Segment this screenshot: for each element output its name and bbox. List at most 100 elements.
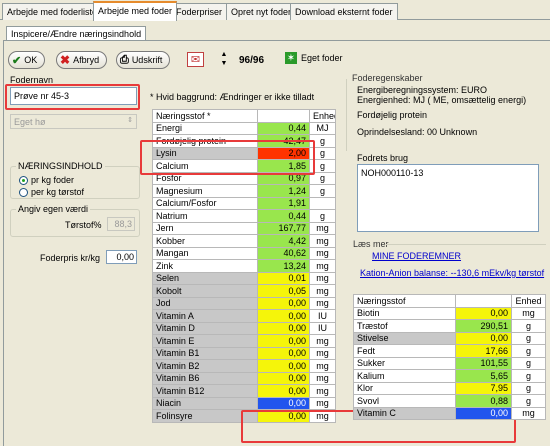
table-row[interactable]: Fedt 17,66 g [353, 344, 546, 358]
table-row[interactable]: Niacin 0,00 mg [152, 396, 336, 410]
nutrient-value[interactable]: 0,44 [257, 209, 310, 223]
nutrient-unit: mg [511, 306, 546, 320]
nutrient-value[interactable]: 0,00 [257, 359, 310, 373]
nutrient-unit: mg [309, 396, 336, 410]
table-row[interactable]: Vitamin C 0,00 mg [353, 406, 546, 420]
nutrient-name: Svovl [353, 394, 456, 408]
table-row[interactable]: Zink 13,24 mg [152, 259, 336, 273]
nutrient-unit: mg [309, 271, 336, 285]
nutrient-value[interactable]: 167,77 [257, 221, 310, 235]
hint-text: * Hvid baggrund: Ændringer er ikke tilla… [150, 92, 315, 102]
table-row[interactable]: Jern 167,77 mg [152, 221, 336, 235]
radio-per-kg-torstof[interactable]: per kg tørstof [19, 187, 84, 197]
table-row[interactable]: Vitamin B2 0,00 mg [152, 359, 336, 373]
tab-arbejde-foder[interactable]: Arbejde med foder [93, 1, 178, 21]
nutrient-value[interactable]: 0,44 [257, 121, 310, 135]
nutrient-value[interactable]: 0,00 [257, 346, 310, 360]
torstof-input[interactable]: 88,3 [107, 217, 135, 231]
table-row[interactable]: Vitamin A 0,00 IU [152, 309, 336, 323]
nutrient-value[interactable]: 0,00 [257, 396, 310, 410]
header-value [257, 109, 310, 123]
nutrient-name: Vitamin B12 [152, 384, 258, 398]
foderpris-input[interactable]: 0,00 [106, 250, 137, 264]
ok-button[interactable]: ✔ OK [8, 51, 46, 69]
nutrient-value[interactable]: 1,24 [257, 184, 310, 198]
tab-foderpriser[interactable]: Foderpriser [171, 3, 228, 20]
mine-foderemner-link[interactable]: MINE FODEREMNER [372, 251, 461, 261]
table-row[interactable]: Selen 0,01 mg [152, 271, 336, 285]
own-feed-label: Eget foder [301, 53, 343, 63]
nutrient-value[interactable]: 0,01 [257, 271, 310, 285]
tab-opret-nyt-foder[interactable]: Opret nyt foder [226, 3, 297, 20]
nutrient-value[interactable]: 4,42 [257, 234, 310, 248]
nutrient-value[interactable]: 0,00 [257, 371, 310, 385]
table-row[interactable]: Kalium 5,65 g [353, 369, 546, 383]
table-row[interactable]: Vitamin B1 0,00 mg [152, 346, 336, 360]
nutrient-unit: IU [309, 309, 336, 323]
nutrient-value[interactable]: 101,55 [455, 356, 512, 370]
tab-inspicere[interactable]: Inspicere/Ændre næringsindhold [6, 26, 147, 40]
tab-arbejde-foderliste[interactable]: Arbejde med foderliste [2, 3, 103, 20]
table-row[interactable]: Vitamin B6 0,00 mg [152, 371, 336, 385]
nutrient-name: Selen [152, 271, 258, 285]
table-row[interactable]: Vitamin B12 0,00 mg [152, 384, 336, 398]
nutrient-unit: g [309, 184, 336, 198]
table-row[interactable]: Stivelse 0,00 g [353, 331, 546, 345]
nutrient-value[interactable]: 0,00 [257, 321, 310, 335]
table-row[interactable]: Kobber 4,42 mg [152, 234, 336, 248]
nutrient-name: Klor [353, 381, 456, 395]
nutrient-value[interactable]: 0,00 [257, 296, 310, 310]
table-row[interactable]: Energi 0,44 MJ [152, 121, 336, 135]
table-row[interactable]: Calcium/Fosfor 1,91 [152, 196, 336, 210]
tab-download-eksternt-foder[interactable]: Download eksternt foder [290, 3, 398, 20]
nutrient-name: Vitamin D [152, 321, 258, 335]
mail-icon[interactable]: ✉ [187, 52, 204, 67]
radio-pr-kg-foder[interactable]: pr kg foder [19, 175, 84, 185]
torstof-label: Tørstof% [65, 220, 102, 230]
arrow-down-icon[interactable]: ▼ [218, 59, 230, 68]
table-row[interactable]: Sukker 101,55 g [353, 356, 546, 370]
nutrient-value[interactable]: 13,24 [257, 259, 310, 273]
nutrient-value[interactable]: 1,91 [257, 196, 310, 210]
nutrient-value[interactable]: 5,65 [455, 369, 512, 383]
table-row[interactable]: Svovl 0,88 g [353, 394, 546, 408]
nutrient-unit: g [511, 331, 546, 345]
table-row[interactable]: Jod 0,00 mg [152, 296, 336, 310]
print-button[interactable]: ⎙ Udskrift [116, 51, 171, 69]
nutrient-value[interactable]: 0,00 [257, 334, 310, 348]
nutrient-value[interactable]: 40,62 [257, 246, 310, 260]
nutrient-name: Energi [152, 121, 258, 135]
table-row[interactable]: Biotin 0,00 mg [353, 306, 546, 320]
nutrient-name: Niacin [152, 396, 258, 410]
table-row[interactable]: Vitamin D 0,00 IU [152, 321, 336, 335]
highlight-fodernavn [5, 84, 140, 110]
arrow-up-icon[interactable]: ▲ [218, 50, 230, 59]
nutrient-value[interactable]: 0,00 [455, 306, 512, 320]
table-row[interactable]: Natrium 0,44 g [152, 209, 336, 223]
cancel-button[interactable]: ✖ Afbryd [56, 51, 108, 69]
table-row[interactable]: Mangan 40,62 mg [152, 246, 336, 260]
nutrient-value[interactable]: 17,66 [455, 344, 512, 358]
kation-anion-link[interactable]: Kation-Anion balanse: --130,6 mEkv/kg tø… [360, 268, 544, 278]
table-row[interactable]: Vitamin E 0,00 mg [152, 334, 336, 348]
fodrets-brug-textarea[interactable]: NOH000110-13 [357, 164, 539, 232]
table-row[interactable]: Kobolt 0,05 mg [152, 284, 336, 298]
table-row[interactable]: Træstof 290,51 g [353, 319, 546, 333]
nutrient-name: Mangan [152, 246, 258, 260]
nutrient-value[interactable]: 0,00 [257, 384, 310, 398]
nutrient-value[interactable]: 0,00 [455, 406, 512, 420]
tab-bar: Arbejde med foderliste Arbejde med foder… [0, 0, 550, 21]
spinner[interactable]: ▲ ▼ [218, 50, 230, 70]
table-row[interactable]: Klor 7,95 g [353, 381, 546, 395]
nutrient-name: Vitamin B1 [152, 346, 258, 360]
nutrient-value[interactable]: 0,88 [455, 394, 512, 408]
nutrient-value[interactable]: 290,51 [455, 319, 512, 333]
table-row[interactable]: Magnesium 1,24 g [152, 184, 336, 198]
feed-type-select[interactable]: Eget hø ⇕ [10, 114, 137, 129]
nutrient-value[interactable]: 0,00 [257, 309, 310, 323]
nutrient-value[interactable]: 0,05 [257, 284, 310, 298]
nutrient-value[interactable]: 7,95 [455, 381, 512, 395]
laes-mer-title: Læs mer [353, 239, 389, 249]
nutrient-value[interactable]: 0,00 [455, 331, 512, 345]
fodrets-brug-value: NOH000110-13 [361, 168, 424, 178]
